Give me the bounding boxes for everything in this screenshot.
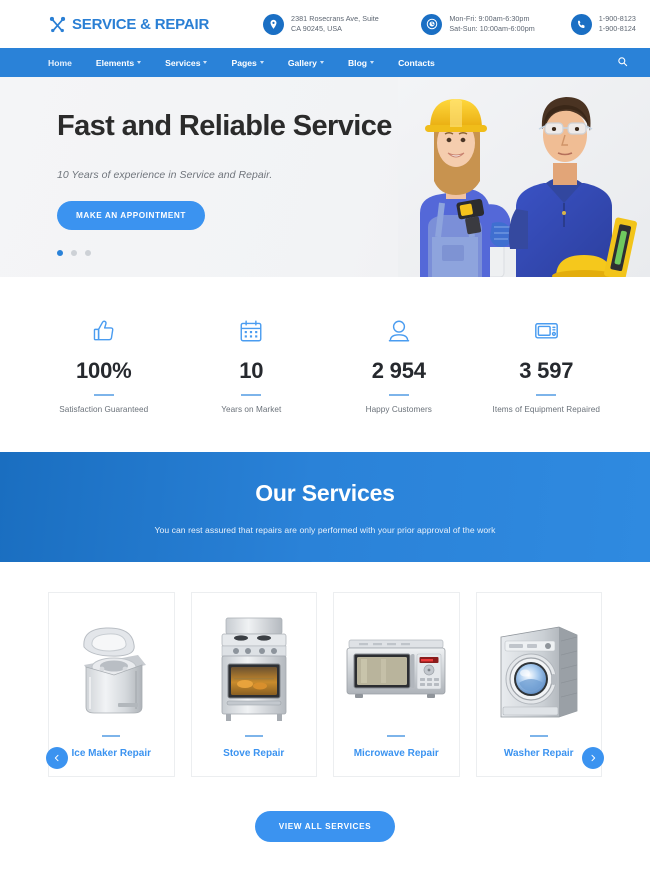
site-header: SERVICE & REPAIR 2381 Rosecrans Ave, Sui…: [0, 0, 650, 48]
chevron-down-icon: [319, 61, 324, 64]
stats-section: 100% Satisfaction Guaranteed 10 Years on…: [0, 277, 650, 452]
nav-item-blog[interactable]: Blog: [348, 58, 388, 68]
chevron-down-icon: [259, 61, 264, 64]
hero-image-technicians: [398, 77, 650, 277]
carousel-prev-button[interactable]: [46, 747, 68, 769]
nav-item-label: Services: [165, 57, 201, 68]
nav-items: Home Elements Services Pages Gallery Blo…: [48, 58, 459, 68]
address-line-2: CA 90245, USA: [291, 24, 343, 33]
washing-machine-appliance-image: [477, 603, 602, 735]
nav-item-label: Gallery: [287, 57, 317, 68]
hero-content: Fast and Reliable Service 10 Years of ex…: [57, 110, 392, 256]
view-all-wrapper: VIEW ALL SERVICES: [48, 777, 602, 842]
search-icon[interactable]: [617, 54, 628, 72]
site-logo-text: SERVICE & REPAIR: [72, 15, 210, 33]
stat-label: Years on Market: [221, 404, 282, 414]
hero-slider-dots: [57, 249, 392, 256]
card-divider: [102, 734, 121, 737]
hero-slider: Fast and Reliable Service 10 Years of ex…: [0, 77, 650, 277]
nav-item-contacts[interactable]: Contacts: [398, 58, 449, 68]
phone-line-2: 1-900-8124: [598, 24, 636, 33]
service-card[interactable]: Microwave Repair: [333, 592, 460, 777]
card-divider: [529, 734, 548, 737]
hero-title: Fast and Reliable Service: [57, 110, 392, 142]
site-logo[interactable]: SERVICE & REPAIR: [48, 15, 209, 34]
stat-divider: [536, 393, 557, 396]
stat-divider: [388, 393, 409, 396]
stat-divider: [93, 393, 114, 396]
stat-divider: [241, 393, 262, 396]
header-contact-phone: 1-900-8123 1-900-8124: [570, 13, 636, 35]
nav-item-label: Contacts: [398, 57, 435, 68]
nav-item-label: Elements: [95, 57, 135, 68]
service-card-list: Ice Maker Repair Stove Repair Microwave …: [48, 592, 602, 777]
make-an-appointment-button[interactable]: MAKE AN APPOINTMENT: [57, 200, 205, 230]
services-subheading: You can rest assured that repairs are on…: [154, 524, 496, 535]
card-divider: [244, 734, 263, 737]
clock-icon: [421, 13, 443, 35]
service-card-title: Washer Repair: [503, 747, 574, 759]
header-contact-hours: Mon-Fri: 9:00am-6:30pm Sat-Sun: 10:00am-…: [421, 13, 535, 35]
main-navigation: Home Elements Services Pages Gallery Blo…: [0, 48, 650, 77]
phone-icon: [570, 13, 592, 35]
ice-maker-appliance-image: [49, 603, 174, 735]
calendar-icon: [178, 316, 326, 346]
thumbs-up-icon: [30, 316, 178, 346]
hours-line-2: Sat-Sun: 10:00am-6:00pm: [449, 24, 535, 33]
nav-item-label: Pages: [231, 57, 257, 68]
person-icon: [325, 316, 473, 346]
nav-item-label: Blog: [347, 57, 368, 68]
stat-label: Satisfaction Guaranteed: [59, 404, 149, 414]
stat-value: 100%: [76, 357, 132, 383]
header-contact-address: 2381 Rosecrans Ave, Suite CA 90245, USA: [263, 13, 379, 35]
nav-item-gallery[interactable]: Gallery: [288, 58, 338, 68]
stove-oven-appliance-image: [192, 603, 317, 735]
microwave-icon: [473, 316, 621, 346]
nav-item-elements[interactable]: Elements: [96, 58, 155, 68]
nav-item-services[interactable]: Services: [165, 58, 221, 68]
chevron-down-icon: [137, 61, 142, 64]
stat-years: 10 Years on Market: [178, 316, 326, 414]
phone-line-1: 1-900-8123: [598, 14, 636, 24]
service-card[interactable]: Ice Maker Repair: [48, 592, 175, 777]
slider-dot-3[interactable]: [85, 249, 91, 256]
hero-subtitle: 10 Years of experience in Service and Re…: [57, 168, 273, 181]
chevron-down-icon: [370, 61, 375, 64]
hours-line-1: Mon-Fri: 9:00am-6:30pm: [449, 14, 530, 24]
chevron-down-icon: [203, 61, 208, 64]
services-banner: Our Services You can rest assured that r…: [0, 452, 650, 574]
stat-satisfaction: 100% Satisfaction Guaranteed: [30, 316, 178, 414]
card-divider: [387, 734, 406, 737]
service-card-title: Stove Repair: [223, 747, 285, 759]
page-root: SERVICE & REPAIR 2381 Rosecrans Ave, Sui…: [0, 0, 650, 879]
microwave-oven-appliance-image: [334, 603, 459, 735]
service-card-title: Microwave Repair: [353, 747, 439, 759]
nav-item-home[interactable]: Home: [48, 58, 86, 68]
service-card-title: Ice Maker Repair: [71, 747, 152, 759]
slider-dot-1[interactable]: [57, 249, 63, 256]
nav-item-label: Home: [48, 57, 72, 68]
stat-customers: 2 954 Happy Customers: [325, 316, 473, 414]
service-card[interactable]: Stove Repair: [190, 592, 317, 777]
stat-label: Happy Customers: [365, 404, 432, 414]
address-line-1: 2381 Rosecrans Ave, Suite: [291, 14, 379, 24]
carousel-next-button[interactable]: [582, 747, 604, 769]
nav-item-pages[interactable]: Pages: [231, 58, 277, 68]
services-carousel: Ice Maker Repair Stove Repair Microwave …: [0, 562, 650, 842]
services-heading: Our Services: [255, 479, 395, 506]
stat-equipment: 3 597 Items of Equipment Repaired: [473, 316, 621, 414]
stat-value: 10: [239, 357, 264, 383]
location-pin-icon: [263, 13, 285, 35]
stat-label: Items of Equipment Repaired: [492, 404, 600, 414]
slider-dot-2[interactable]: [71, 249, 77, 256]
service-card[interactable]: Washer Repair: [475, 592, 602, 777]
view-all-services-button[interactable]: VIEW ALL SERVICES: [254, 811, 396, 842]
stat-value: 2 954: [371, 357, 426, 383]
crossed-wrench-screwdriver-icon: [48, 15, 67, 34]
stat-value: 3 597: [519, 357, 574, 383]
